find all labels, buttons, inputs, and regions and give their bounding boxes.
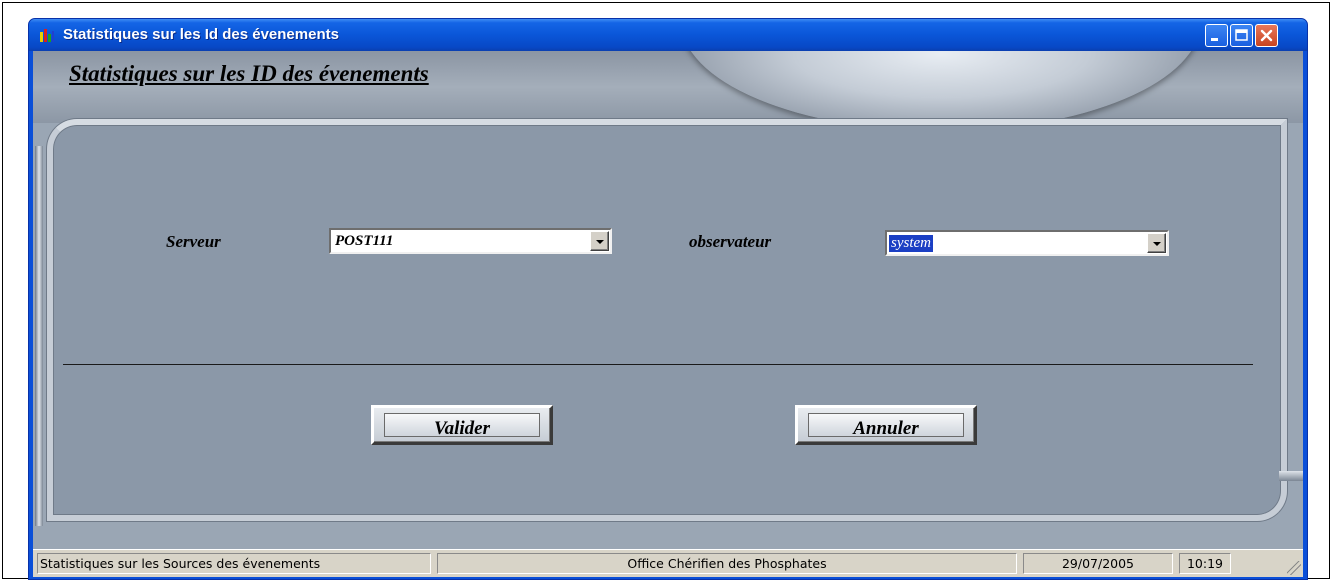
decorative-pipe-left	[35, 146, 43, 526]
validate-button[interactable]: Valider	[371, 405, 553, 445]
status-time: 10:19	[1179, 553, 1231, 574]
server-value: POST111	[335, 233, 394, 249]
server-select[interactable]: POST111	[329, 228, 612, 254]
observer-dropdown-button[interactable]	[1147, 233, 1166, 253]
form-panel: Serveur POST111 observateur system Valid…	[47, 119, 1287, 521]
client-area: Statistiques sur les ID des évenements S…	[33, 51, 1303, 549]
observer-label: observateur	[689, 232, 772, 251]
minimize-icon	[1211, 38, 1218, 41]
observer-select[interactable]: system	[885, 230, 1169, 256]
page-title: Statistiques sur les ID des évenements	[69, 61, 429, 86]
status-bar: Statistiques sur les Sources des éveneme…	[33, 549, 1303, 577]
validate-label: Valider	[434, 418, 490, 439]
resize-grip-icon[interactable]	[1287, 561, 1301, 575]
cancel-button-face: Annuler	[808, 413, 964, 439]
header-strip: Statistiques sur les ID des évenements	[33, 51, 1303, 131]
server-dropdown-button[interactable]	[590, 231, 609, 251]
close-button[interactable]	[1255, 24, 1278, 47]
status-left: Statistiques sur les Sources des éveneme…	[37, 553, 431, 574]
validate-button-face: Valider	[384, 413, 540, 439]
cancel-label: Annuler	[853, 418, 919, 439]
decorative-pipe-right	[1279, 471, 1303, 481]
maximize-button[interactable]	[1230, 24, 1253, 47]
title-bar[interactable]: Statistiques sur les Id des évenements	[29, 19, 1307, 51]
chevron-down-icon	[1153, 242, 1161, 246]
form-divider	[63, 364, 1253, 365]
chart-app-icon	[40, 29, 54, 42]
maximize-icon	[1235, 29, 1248, 41]
app-window: Statistiques sur les Id des évenements S…	[28, 18, 1308, 580]
chevron-down-icon	[596, 240, 604, 244]
server-label: Serveur	[166, 232, 221, 251]
status-date: 29/07/2005	[1023, 553, 1173, 574]
minimize-button[interactable]	[1205, 24, 1228, 47]
cancel-button[interactable]: Annuler	[795, 405, 977, 445]
window-title: Statistiques sur les Id des évenements	[63, 26, 339, 43]
status-center: Office Chérifien des Phosphates	[437, 553, 1017, 574]
close-icon	[1260, 29, 1273, 42]
observer-value: system	[889, 235, 933, 252]
